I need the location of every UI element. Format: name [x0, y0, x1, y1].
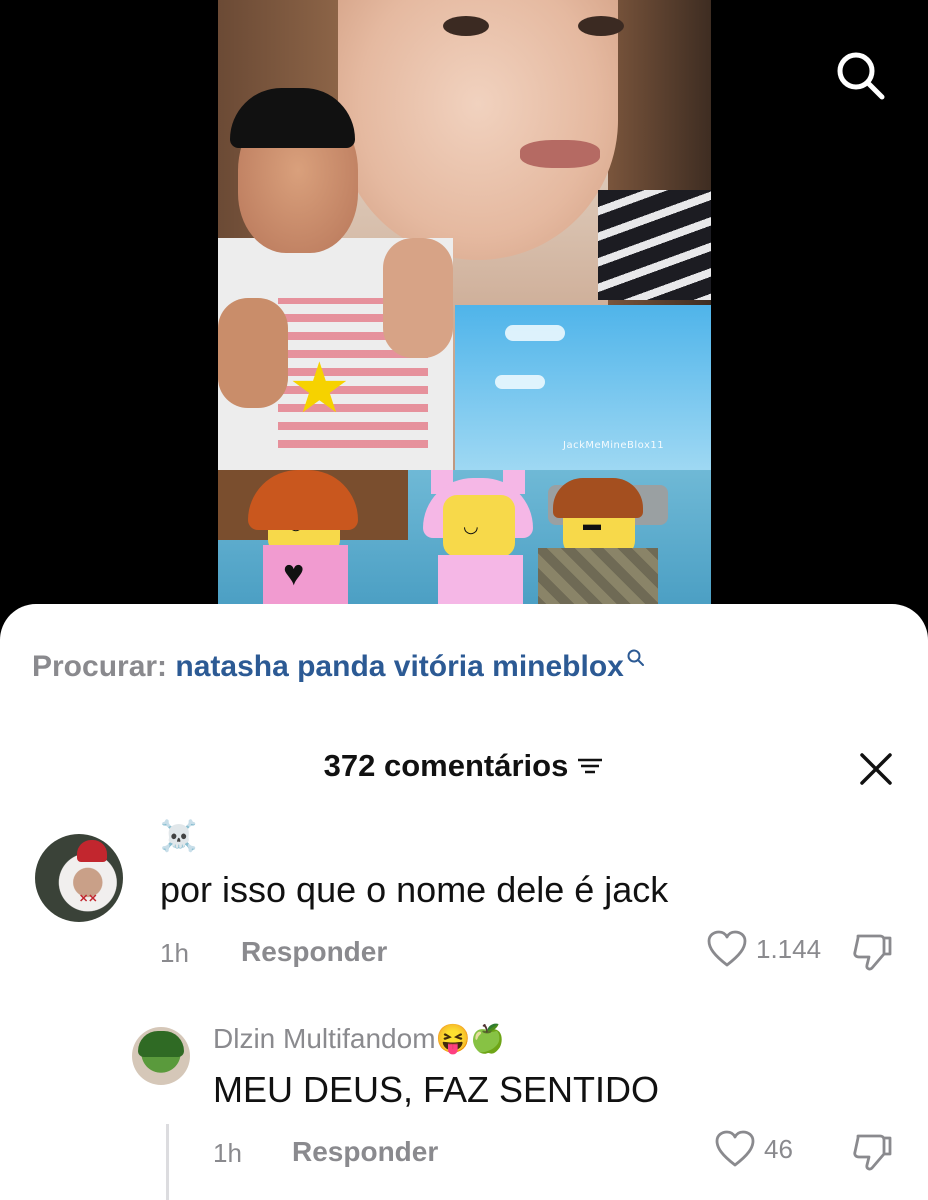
roblox-character-3: ▬ [528, 478, 668, 610]
reply-button[interactable]: Responder [241, 936, 387, 968]
comment-text: por isso que o nome dele é jack [160, 869, 669, 910]
avatar[interactable] [132, 1027, 190, 1085]
comments-sheet: Procurar: natasha panda vitória mineblox… [0, 604, 928, 1200]
roblox-character-1: ◡ ♥ [248, 470, 358, 610]
filter-icon[interactable] [576, 754, 604, 778]
video-player[interactable]: ★ JackMeMineBlox11 ◡ ♥ [0, 0, 928, 640]
santa-hat [77, 840, 107, 862]
search-button[interactable] [830, 45, 890, 105]
thread-line [166, 1124, 169, 1200]
like-button[interactable]: 46 [714, 1130, 793, 1168]
man-overlay: ★ [218, 88, 453, 470]
video-frame[interactable]: ★ JackMeMineBlox11 ◡ ♥ [218, 0, 711, 610]
close-icon [860, 753, 892, 785]
tiktok-screen: ★ JackMeMineBlox11 ◡ ♥ [0, 0, 928, 1200]
comments-header: 372 comentários [0, 748, 928, 788]
cap [230, 88, 355, 148]
close-button[interactable] [856, 749, 896, 789]
dislike-icon [853, 934, 892, 971]
comment-time: 1h [213, 1138, 242, 1168]
search-mini-icon [627, 649, 644, 666]
dislike-button[interactable] [852, 1132, 894, 1177]
comment-text: MEU DEUS, FAZ SENTIDO [213, 1069, 660, 1110]
like-count: 1.144 [756, 933, 822, 964]
dislike-icon [853, 1134, 892, 1171]
search-icon [837, 52, 885, 100]
comment-username[interactable]: Dlzin Multifandom😝🍏 [213, 1022, 505, 1055]
dislike-button[interactable] [852, 932, 894, 977]
heart-icon [715, 1130, 755, 1167]
comments-count: 372 comentários [323, 748, 569, 783]
search-query[interactable]: natasha panda vitória mineblox [175, 650, 623, 683]
reply-button[interactable]: Responder [292, 1136, 438, 1168]
search-suggestion[interactable]: Procurar: natasha panda vitória mineblox [32, 649, 646, 684]
roblox-character-2: ◡ [423, 470, 533, 610]
avatar[interactable]: ✕✕ [35, 834, 123, 922]
video-watermark: JackMeMineBlox11 [563, 440, 665, 451]
like-button[interactable]: 1.144 [706, 930, 821, 968]
comment-username[interactable]: ☠️ [160, 822, 197, 852]
like-count: 46 [764, 1133, 793, 1164]
comment-time: 1h [160, 938, 189, 968]
heart-icon [707, 930, 747, 967]
search-label: Procurar: [32, 650, 168, 683]
